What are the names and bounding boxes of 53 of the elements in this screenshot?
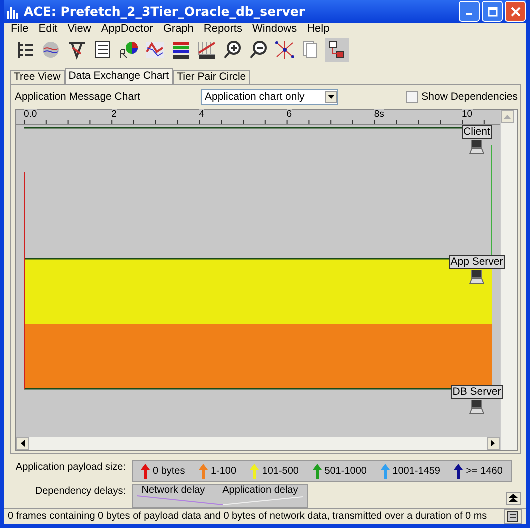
- computer-icon: [469, 270, 485, 285]
- view-dropdown[interactable]: Application chart only: [201, 89, 338, 105]
- chart-title: Application Message Chart: [15, 91, 142, 103]
- left-arrow-icon: [20, 440, 25, 447]
- tab[interactable]: Data Exchange Chart: [64, 68, 174, 84]
- legend-item: 0 bytes: [153, 466, 186, 477]
- ruler-label: 8s: [374, 109, 384, 120]
- show-dependencies-checkbox[interactable]: Show Dependencies: [406, 91, 518, 103]
- tier-label: Client: [462, 125, 492, 139]
- computer-icon: [469, 400, 485, 415]
- status-text: 0 frames containing 0 bytes of payload data and 0 bytes of network data, transmitted over a duration of 0 ms: [8, 511, 488, 522]
- legend-item: 1-100: [210, 466, 237, 477]
- close-icon: [510, 6, 520, 16]
- legend-item: Application delay: [222, 485, 298, 498]
- legend-label: Application payload size:: [14, 462, 127, 473]
- menu-item[interactable]: Help: [302, 23, 335, 35]
- menu-item[interactable]: Graph: [158, 23, 199, 35]
- minimize-button[interactable]: [459, 1, 480, 22]
- menu-item[interactable]: Reports: [198, 23, 248, 35]
- menu-item[interactable]: Windows: [247, 23, 302, 35]
- ruler-label: 0.0: [24, 109, 38, 120]
- right-arrow-icon: [491, 440, 496, 447]
- close-button[interactable]: [505, 1, 526, 22]
- maximize-button[interactable]: [482, 1, 503, 22]
- tab[interactable]: Tree View: [10, 70, 65, 84]
- horizontal-scrollbar[interactable]: [16, 437, 500, 450]
- ruler-label: 10: [462, 109, 473, 120]
- collapse-button[interactable]: [506, 492, 521, 505]
- computer-icon: [469, 140, 485, 155]
- legend-item: >= 1460: [466, 466, 503, 477]
- legend-item: 501-1000: [324, 466, 367, 477]
- diagram-button[interactable]: [325, 38, 349, 62]
- ruler-label: 2: [112, 109, 117, 120]
- legend-label: Dependency delays:: [34, 486, 127, 497]
- ruler-label: 4: [199, 109, 204, 120]
- status-button[interactable]: [504, 509, 522, 524]
- network-button[interactable]: [273, 38, 297, 62]
- menu-item[interactable]: AppDoctor: [96, 23, 158, 35]
- menu-item[interactable]: Edit: [34, 23, 63, 35]
- bars-icon: [6, 4, 20, 18]
- up-arrow-icon: [504, 114, 511, 119]
- caret-icon: [328, 95, 334, 99]
- menu-item[interactable]: View: [62, 23, 96, 35]
- window-title: ACE: Prefetch_2_3Tier_Oracle_db_server: [24, 4, 306, 19]
- tier-label: DB Server: [450, 385, 504, 399]
- menu-item[interactable]: File: [6, 23, 34, 35]
- legend-item: 1001-1459: [392, 466, 440, 477]
- tier-label: App Server: [448, 255, 506, 269]
- tab[interactable]: Tier Pair Circle: [173, 70, 250, 84]
- maximize-icon: [488, 6, 498, 16]
- legend-item: 101-500: [262, 466, 299, 477]
- legend-item: Network delay: [142, 485, 206, 498]
- ruler-label: 6: [286, 109, 292, 120]
